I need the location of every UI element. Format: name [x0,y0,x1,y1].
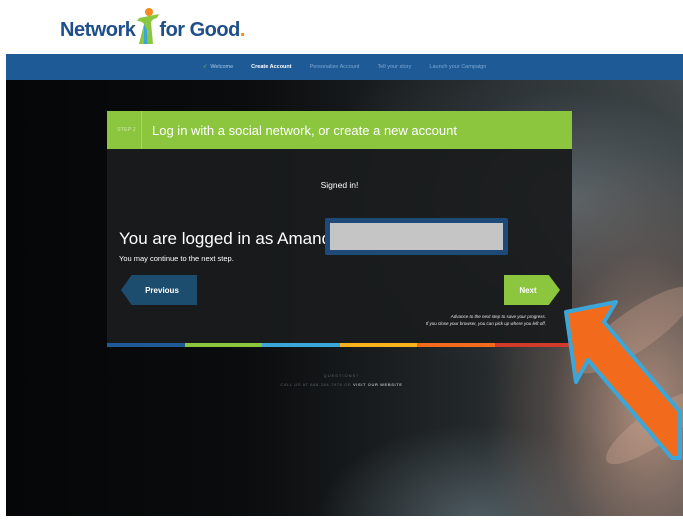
previous-button[interactable]: Previous [121,275,197,305]
network-for-good-logo[interactable]: Network for Good. [60,6,245,46]
next-button[interactable]: Next [504,275,560,305]
color-stripe [107,343,572,347]
modal-title: Log in with a social network, or create … [152,122,457,138]
advance-note-line: If you close your browser, you can pick … [425,321,546,326]
logo-text-for-good: for Good [159,19,240,41]
stripe-segment [107,343,185,347]
logo-dot: . [239,19,246,41]
contact-phone-text: CALL US AT 888-284-7978 OR [280,382,352,387]
nav-step-welcome[interactable]: ✓ Welcome [203,64,233,70]
modal-header: STEP 2 Log in with a social network, or … [107,111,572,149]
check-icon: ✓ [202,64,208,70]
step-navigation: ✓ Welcome Create Account Personalize Acco… [6,54,683,81]
advance-note-line: Advance to the next step to save your pr… [450,314,546,319]
signed-in-message: Signed in! [320,180,359,190]
nav-step-launch-campaign[interactable]: Launch your Campaign [429,64,486,70]
visit-website-link[interactable]: VISIT OUR WEBSITE [353,382,403,387]
continue-message: You may continue to the next step. [119,254,234,263]
logged-in-as-text: You are logged in as Amanda [119,229,341,248]
step-label: STEP 2 [117,127,136,133]
nav-step-tell-your-story[interactable]: Tell your story [377,64,411,70]
nav-step-personalize-account[interactable]: Personalize Account [310,64,360,70]
nav-step-create-account[interactable]: Create Account [251,64,292,81]
logo-text-network: Network [60,19,136,41]
stripe-segment [417,343,495,347]
stripe-segment [339,343,417,347]
arrow-annotation-icon [564,300,682,460]
advance-note: Advance to the next step to save your pr… [426,313,546,327]
nav-step-label: Welcome [210,64,234,70]
stripe-segment [184,343,262,347]
page: Network for Good. ✓ Welcome Create Accoun… [0,0,683,522]
header-divider [141,111,142,149]
redaction-box [325,218,508,255]
stripe-segment [262,343,340,347]
